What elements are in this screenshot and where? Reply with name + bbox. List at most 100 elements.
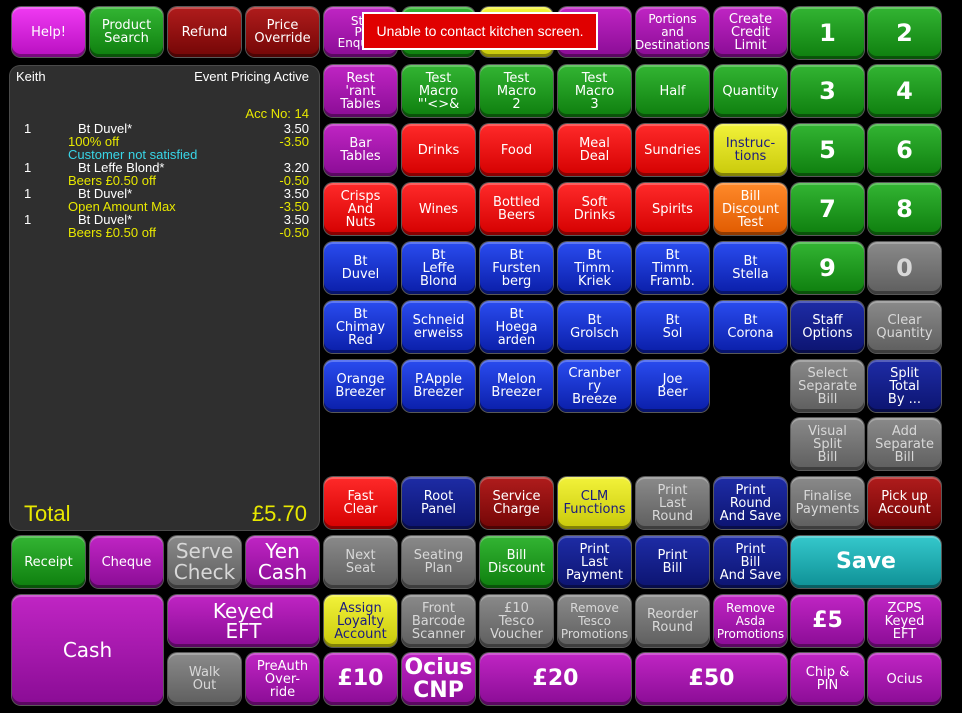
test-macro-2-button[interactable]: Test Macro 2 <box>480 65 553 117</box>
receipt-panel: Keith Event Pricing Active Acc No: 14 1 … <box>10 66 319 530</box>
twenty-pound-button[interactable]: £20 <box>480 653 631 705</box>
zcps-keyed-eft-button[interactable]: ZCPS Keyed EFT <box>868 595 941 647</box>
receipt-button[interactable]: Receipt <box>12 536 85 588</box>
visual-split-bill-button[interactable]: Visual Split Bill <box>791 418 864 470</box>
portions-destinations-button[interactable]: Portions and Destinations <box>636 7 709 57</box>
remove-tesco-promotions-button[interactable]: Remove Tesco Promotions <box>558 595 631 647</box>
next-seat-button[interactable]: Next Seat <box>324 536 397 588</box>
yen-cash-button[interactable]: Yen Cash <box>246 536 319 588</box>
keyed-eft-button[interactable]: Keyed EFT <box>168 595 319 647</box>
refund-button[interactable]: Refund <box>168 7 241 57</box>
keypad-1[interactable]: 1 <box>791 7 864 59</box>
bt-furstenberg-button[interactable]: Bt Fursten berg <box>480 242 553 294</box>
restaurant-tables-button[interactable]: Rest 'rant Tables <box>324 65 397 117</box>
bill-discount-test-button[interactable]: Bill Discount Test <box>714 183 787 235</box>
drinks-button[interactable]: Drinks <box>402 124 475 176</box>
bt-timm-kriek-button[interactable]: Bt Timm. Kriek <box>558 242 631 294</box>
wines-button[interactable]: Wines <box>402 183 475 235</box>
seating-plan-button[interactable]: Seating Plan <box>402 536 475 588</box>
test-macro-3-button[interactable]: Test Macro 3 <box>558 65 631 117</box>
joe-beer-button[interactable]: Joe Beer <box>636 360 709 412</box>
print-round-save-button[interactable]: Print Round And Save <box>714 477 787 529</box>
schneiderweiss-button[interactable]: Schneid erweiss <box>402 301 475 353</box>
keypad-0[interactable]: 0 <box>868 242 941 294</box>
pick-up-account-button[interactable]: Pick up Account <box>868 477 941 529</box>
keypad-6[interactable]: 6 <box>868 124 941 176</box>
fast-clear-button[interactable]: Fast Clear <box>324 477 397 529</box>
assign-loyalty-button[interactable]: Assign Loyalty Account <box>324 595 397 647</box>
half-button[interactable]: Half <box>636 65 709 117</box>
test-macro-1-button[interactable]: Test Macro "'<>& <box>402 65 475 117</box>
spirits-button[interactable]: Spirits <box>636 183 709 235</box>
keypad-9[interactable]: 9 <box>791 242 864 294</box>
error-message: Unable to contact kitchen screen. <box>362 12 598 50</box>
keypad-3[interactable]: 3 <box>791 65 864 117</box>
soft-drinks-button[interactable]: Soft Drinks <box>558 183 631 235</box>
add-separate-bill-button[interactable]: Add Separate Bill <box>868 418 941 470</box>
bt-leffe-blond-button[interactable]: Bt Leffe Blond <box>402 242 475 294</box>
ten-pound-button[interactable]: £10 <box>324 653 397 705</box>
meal-deal-button[interactable]: Meal Deal <box>558 124 631 176</box>
bt-timm-framb-button[interactable]: Bt Timm. Framb. <box>636 242 709 294</box>
bt-duvel-button[interactable]: Bt Duvel <box>324 242 397 294</box>
tesco-voucher-button[interactable]: £10 Tesco Voucher <box>480 595 553 647</box>
bar-tables-button[interactable]: Bar Tables <box>324 124 397 176</box>
walk-out-button[interactable]: Walk Out <box>168 653 241 705</box>
reorder-round-button[interactable]: Reorder Round <box>636 595 709 647</box>
product-search-button[interactable]: Product Search <box>90 7 163 57</box>
line-discount-value: -0.50 <box>279 225 309 240</box>
print-last-payment-button[interactable]: Print Last Payment <box>558 536 631 588</box>
remove-asda-promotions-button[interactable]: Remove Asda Promotions <box>714 595 787 647</box>
crisps-nuts-button[interactable]: Crisps And Nuts <box>324 183 397 235</box>
food-button[interactable]: Food <box>480 124 553 176</box>
print-bill-save-button[interactable]: Print Bill And Save <box>714 536 787 588</box>
keypad-7[interactable]: 7 <box>791 183 864 235</box>
bottled-beers-button[interactable]: Bottled Beers <box>480 183 553 235</box>
print-bill-button[interactable]: Print Bill <box>636 536 709 588</box>
line-qty: 1 <box>24 121 32 136</box>
fifty-pound-button[interactable]: £50 <box>636 653 787 705</box>
finalise-payments-button[interactable]: Finalise Payments <box>791 477 864 529</box>
create-credit-limit-button[interactable]: Create Credit Limit <box>714 7 787 57</box>
staff-options-button[interactable]: Staff Options <box>791 301 864 353</box>
orange-breezer-button[interactable]: Orange Breezer <box>324 360 397 412</box>
serve-check-button[interactable]: Serve Check <box>168 536 241 588</box>
cranberry-breeze-button[interactable]: Cranber ry Breeze <box>558 360 631 412</box>
preauth-override-button[interactable]: PreAuth Over- ride <box>246 653 319 705</box>
cheque-button[interactable]: Cheque <box>90 536 163 588</box>
sundries-button[interactable]: Sundries <box>636 124 709 176</box>
clear-quantity-button[interactable]: Clear Quantity <box>868 301 941 353</box>
keypad-4[interactable]: 4 <box>868 65 941 117</box>
keypad-5[interactable]: 5 <box>791 124 864 176</box>
line-qty: 1 <box>24 212 32 227</box>
clm-functions-button[interactable]: CLM Functions <box>558 477 631 529</box>
root-panel-button[interactable]: Root Panel <box>402 477 475 529</box>
help-button[interactable]: Help! <box>12 7 85 57</box>
ocius-button[interactable]: Ocius <box>868 653 941 705</box>
front-barcode-scanner-button[interactable]: Front Barcode Scanner <box>402 595 475 647</box>
bill-discount-button[interactable]: Bill Discount <box>480 536 553 588</box>
bt-chimay-red-button[interactable]: Bt Chimay Red <box>324 301 397 353</box>
five-pound-button[interactable]: £5 <box>791 595 864 647</box>
bt-sol-button[interactable]: Bt Sol <box>636 301 709 353</box>
service-charge-button[interactable]: Service Charge <box>480 477 553 529</box>
total-value: £5.70 <box>251 501 307 526</box>
select-separate-bill-button[interactable]: Select Separate Bill <box>791 360 864 412</box>
keypad-8[interactable]: 8 <box>868 183 941 235</box>
bt-stella-button[interactable]: Bt Stella <box>714 242 787 294</box>
bt-corona-button[interactable]: Bt Corona <box>714 301 787 353</box>
quantity-button[interactable]: Quantity <box>714 65 787 117</box>
chip-pin-button[interactable]: Chip & PIN <box>791 653 864 705</box>
bt-grolsch-button[interactable]: Bt Grolsch <box>558 301 631 353</box>
price-override-button[interactable]: Price Override <box>246 7 319 57</box>
instructions-button[interactable]: Instruc- tions <box>714 124 787 176</box>
keypad-2[interactable]: 2 <box>868 7 941 59</box>
papple-breezer-button[interactable]: P.Apple Breezer <box>402 360 475 412</box>
cash-button[interactable]: Cash <box>12 595 163 705</box>
melon-breezer-button[interactable]: Melon Breezer <box>480 360 553 412</box>
ocius-cnp-button[interactable]: Ocius CNP <box>402 653 475 705</box>
bt-hoegaarden-button[interactable]: Bt Hoega arden <box>480 301 553 353</box>
split-total-button[interactable]: Split Total By ... <box>868 360 941 412</box>
save-button[interactable]: Save <box>791 536 941 588</box>
print-last-round-button[interactable]: Print Last Round <box>636 477 709 529</box>
